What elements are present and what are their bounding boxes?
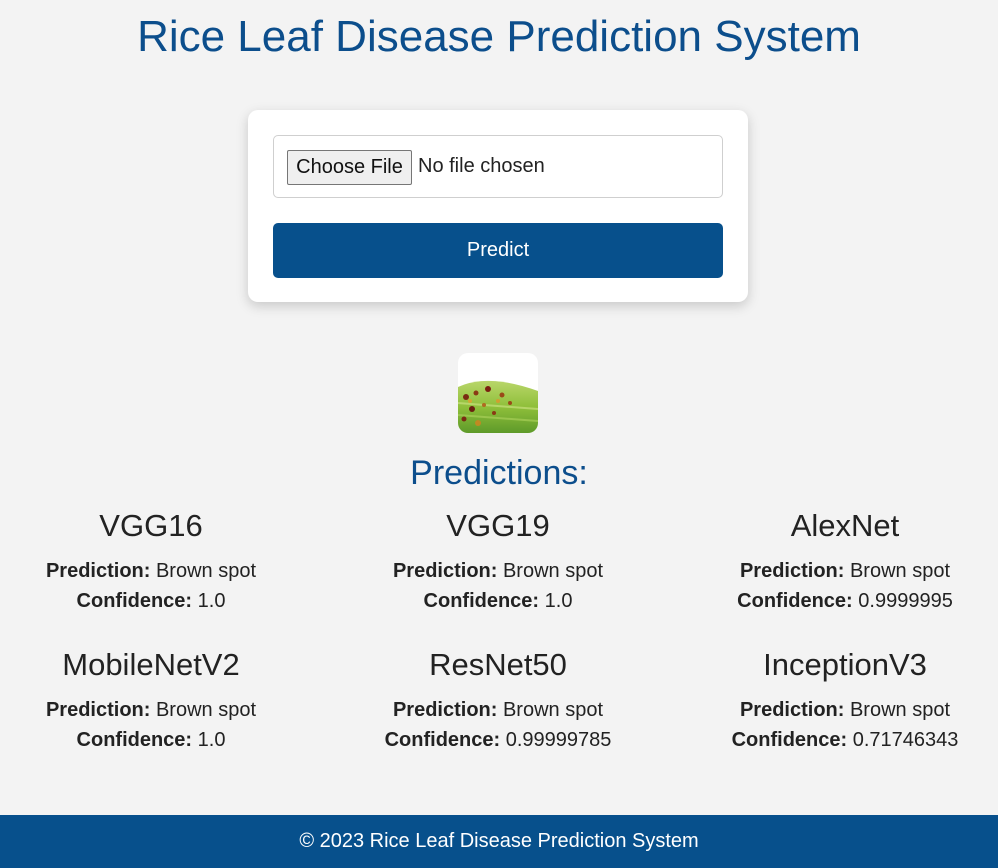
confidence-value: 1.0 [197,729,226,751]
leaf-image-graphic [458,353,538,433]
confidence-label: Confidence: [76,729,193,751]
prediction-label: Prediction: [739,560,845,582]
model-result-vgg16: VGG16 Prediction: Brown spot Confidence:… [1,508,301,616]
model-result-inceptionv3: InceptionV3 Prediction: Brown spot Confi… [695,647,995,755]
confidence-line: Confidence: 0.99999785 [348,725,648,755]
prediction-label: Prediction: [392,560,498,582]
confidence-value: 0.9999995 [858,590,953,612]
confidence-label: Confidence: [76,590,193,612]
confidence-line: Confidence: 1.0 [1,725,301,755]
prediction-label: Prediction: [739,699,845,721]
confidence-value: 1.0 [544,590,573,612]
prediction-value: Brown spot [849,699,951,721]
confidence-value: 1.0 [197,590,226,612]
prediction-label: Prediction: [392,699,498,721]
prediction-line: Prediction: Brown spot [348,695,648,725]
uploaded-leaf-image [458,353,538,433]
model-name: MobileNetV2 [62,647,240,682]
prediction-line: Prediction: Brown spot [1,695,301,725]
prediction-value: Brown spot [155,699,257,721]
confidence-line: Confidence: 0.71746343 [695,725,995,755]
file-input[interactable]: Choose File No file chosen [273,135,723,198]
prediction-label: Prediction: [45,560,151,582]
confidence-value: 0.99999785 [505,729,612,751]
prediction-value: Brown spot [502,560,604,582]
prediction-line: Prediction: Brown spot [348,556,648,586]
confidence-value: 0.71746343 [852,729,959,751]
confidence-label: Confidence: [731,729,848,751]
file-status-text: No file chosen [418,155,545,177]
model-result-mobilenetv2: MobileNetV2 Prediction: Brown spot Confi… [1,647,301,755]
confidence-label: Confidence: [384,729,501,751]
model-result-alexnet: AlexNet Prediction: Brown spot Confidenc… [695,508,995,616]
predict-button[interactable]: Predict [273,223,723,278]
model-result-resnet50: ResNet50 Prediction: Brown spot Confiden… [348,647,648,755]
prediction-value: Brown spot [155,560,257,582]
model-result-vgg19: VGG19 Prediction: Brown spot Confidence:… [348,508,648,616]
confidence-line: Confidence: 0.9999995 [695,586,995,616]
prediction-line: Prediction: Brown spot [695,695,995,725]
confidence-label: Confidence: [737,590,853,612]
model-name: InceptionV3 [763,647,927,682]
model-name: AlexNet [790,508,900,543]
prediction-value: Brown spot [849,560,951,582]
prediction-label: Prediction: [45,699,151,721]
predictions-heading: Predictions: [410,454,588,492]
choose-file-button[interactable]: Choose File [287,150,412,185]
model-name: ResNet50 [429,647,567,682]
confidence-line: Confidence: 1.0 [348,586,648,616]
footer: © 2023 Rice Leaf Disease Prediction Syst… [0,815,998,868]
prediction-line: Prediction: Brown spot [1,556,301,586]
confidence-label: Confidence: [423,590,540,612]
confidence-line: Confidence: 1.0 [1,586,301,616]
upload-form: Choose File No file chosen Predict [248,110,748,302]
model-name: VGG19 [446,508,550,543]
page-title: Rice Leaf Disease Prediction System [137,12,861,61]
prediction-line: Prediction: Brown spot [695,556,995,586]
model-name: VGG16 [99,508,203,543]
prediction-value: Brown spot [502,699,604,721]
footer-copyright: © 2023 Rice Leaf Disease Prediction Syst… [299,830,699,852]
